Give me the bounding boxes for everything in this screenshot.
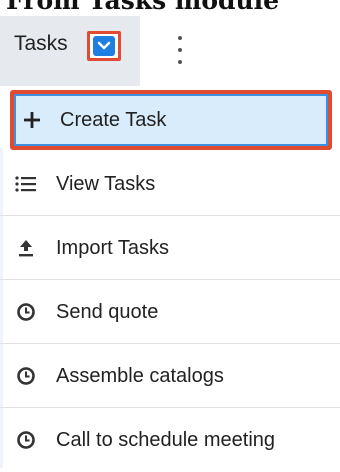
clock-icon — [14, 280, 38, 344]
menu-item-import-tasks[interactable]: Import Tasks — [0, 216, 340, 280]
menu-item-label: Call to schedule meeting — [56, 429, 276, 451]
module-toolbar: Tasks — [0, 16, 340, 86]
menu-item-create-task[interactable]: Create Task — [0, 90, 340, 150]
menu-item-label: Assemble catalogs — [56, 365, 224, 387]
clock-icon — [14, 344, 38, 408]
plus-icon — [20, 90, 44, 150]
menu-item-label: View Tasks — [56, 173, 156, 195]
more-actions-icon[interactable] — [170, 36, 190, 64]
menu-item-label: Import Tasks — [56, 237, 169, 259]
tasks-dropdown-menu: Create Task View Tasks Import Tasks Send… — [0, 86, 340, 471]
tasks-tab-label: Tasks — [14, 32, 68, 55]
menu-item-assemble-catalogs[interactable]: Assemble catalogs — [0, 344, 340, 408]
clock-icon — [14, 408, 38, 472]
chevron-down-icon — [93, 36, 115, 56]
tasks-dropdown-toggle[interactable] — [87, 31, 121, 61]
menu-item-label: Send quote — [56, 301, 159, 323]
menu-item-send-quote[interactable]: Send quote — [0, 280, 340, 344]
tasks-module-tab[interactable]: Tasks — [0, 16, 140, 86]
list-icon — [14, 152, 38, 216]
menu-item-label: Create Task — [60, 109, 167, 131]
upload-icon — [14, 216, 38, 280]
menu-item-call-to-schedule-meeting[interactable]: Call to schedule meeting — [0, 408, 340, 472]
menu-item-view-tasks[interactable]: View Tasks — [0, 152, 340, 216]
page-caption: From Tasks module — [6, 0, 280, 15]
